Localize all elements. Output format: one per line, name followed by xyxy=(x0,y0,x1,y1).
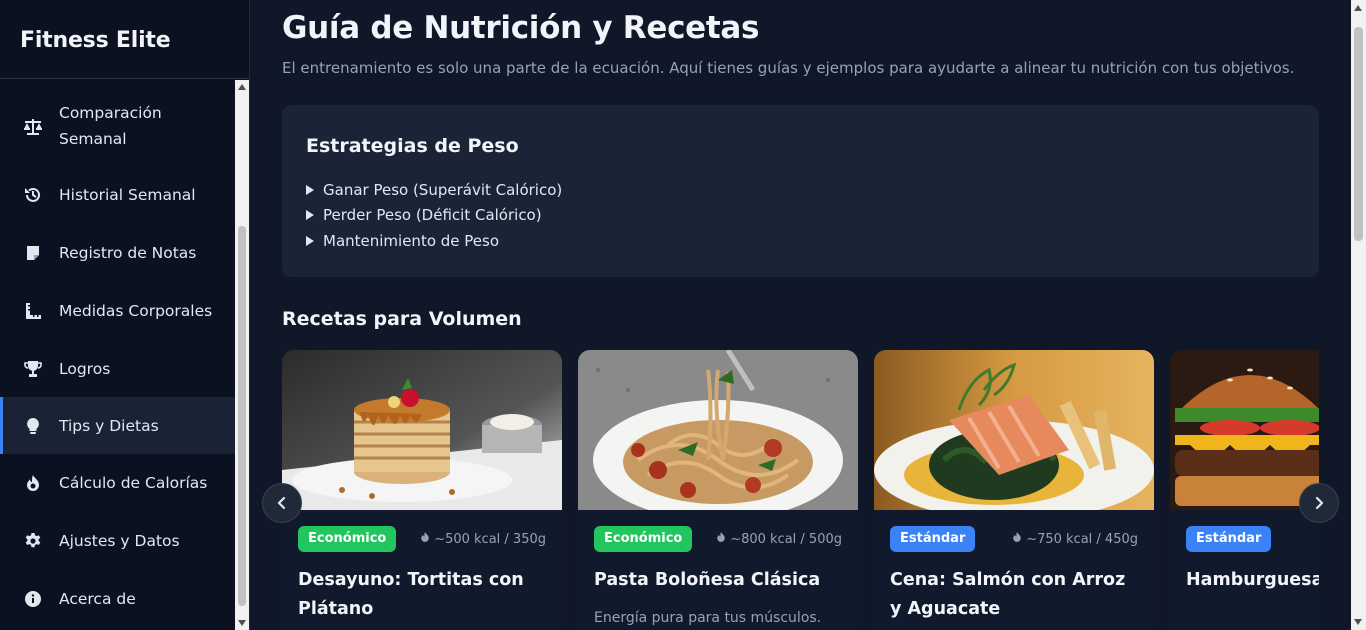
main-content: Guía de Nutrición y Recetas El entrenami… xyxy=(250,0,1351,630)
sidebar-scrollbar-thumb[interactable] xyxy=(238,226,246,606)
scale-icon xyxy=(22,116,44,138)
sidebar-item-label: Historial Semanal xyxy=(59,186,196,204)
fire-icon xyxy=(1012,531,1022,547)
price-badge: Económico xyxy=(298,526,397,552)
sidebar-scrollbar[interactable] xyxy=(235,80,249,630)
lightbulb-icon xyxy=(22,415,44,437)
sidebar-item-medidas-corporales[interactable]: Medidas Corporales xyxy=(0,286,235,336)
sidebar-item-label: Acerca de xyxy=(59,590,136,608)
page-title: Guía de Nutrición y Recetas xyxy=(282,10,760,46)
brand: Fitness Elite xyxy=(0,0,249,79)
recipe-image-salmon xyxy=(874,350,1154,510)
sidebar-item-label: Comparación Semanal xyxy=(59,104,162,148)
sidebar-item-ajustes-datos[interactable]: Ajustes y Datos xyxy=(0,516,235,566)
trophy-icon xyxy=(22,358,44,380)
price-badge: Estándar xyxy=(890,526,976,552)
sidebar-item-historial-semanal[interactable]: Historial Semanal xyxy=(0,170,235,220)
fire-icon xyxy=(716,531,726,547)
recipe-description: Energía pura para tus músculos. Un xyxy=(594,610,822,626)
strategy-item-perder-peso[interactable]: Perder Peso (Déficit Calórico) xyxy=(306,206,542,224)
recipe-title: Hamburguesa Con Queso xyxy=(1186,570,1319,590)
fire-icon xyxy=(22,472,44,494)
kcal-text: ~750 kcal / 450g xyxy=(1026,531,1138,547)
sidebar-item-tips-dietas[interactable]: Tips y Dietas xyxy=(0,397,235,454)
sidebar-item-label: Medidas Corporales xyxy=(59,302,213,320)
kcal-text: ~800 kcal / 500g xyxy=(730,531,842,547)
sidebar-item-label: Tips y Dietas xyxy=(59,417,159,435)
sidebar-item-label: Logros xyxy=(59,360,111,378)
recipe-image-pasta xyxy=(578,350,858,510)
scroll-up-arrow-icon[interactable] xyxy=(238,84,246,90)
chevron-left-icon xyxy=(277,496,286,510)
price-badge: Estándar xyxy=(1186,526,1272,552)
sidebar-item-acerca-de[interactable]: Acerca de xyxy=(0,574,235,624)
main-scrollbar[interactable] xyxy=(1351,0,1366,630)
strategy-label: Ganar Peso (Superávit Calórico) xyxy=(323,181,563,199)
kcal-info: ~750 kcal / 450g xyxy=(1012,531,1138,547)
sidebar-nav: Comparación Semanal Historial Semanal Re… xyxy=(0,80,235,630)
kcal-info: ~500 kcal / 350g xyxy=(420,531,546,547)
recipe-title: Desayuno: Tortitas con Plátano xyxy=(298,570,524,619)
recipe-title: Pasta Boloñesa Clásica xyxy=(594,570,821,590)
recipes-carousel: Económico ~500 kcal / 350g Desayuno: Tor… xyxy=(282,350,1319,630)
recipe-card[interactable]: Estándar Hamburguesa Con Queso xyxy=(1170,350,1319,630)
sidebar: Fitness Elite Comparación Semanal Histor… xyxy=(0,0,250,630)
recipe-card[interactable]: Económico ~800 kcal / 500g Pasta Boloñes… xyxy=(578,350,858,630)
info-icon xyxy=(22,588,44,610)
strategy-label: Mantenimiento de Peso xyxy=(323,232,500,250)
history-icon xyxy=(22,184,44,206)
strategy-item-mantenimiento[interactable]: Mantenimiento de Peso xyxy=(306,232,499,250)
brand-title: Fitness Elite xyxy=(20,28,171,53)
gear-icon xyxy=(22,530,44,552)
kcal-text: ~500 kcal / 350g xyxy=(434,531,546,547)
sidebar-item-label: Cálculo de Calorías xyxy=(59,474,208,492)
sidebar-item-registro-notas[interactable]: Registro de Notas xyxy=(0,228,235,278)
sidebar-item-label: Registro de Notas xyxy=(59,244,197,262)
weight-strategies-panel: Estrategias de Peso Ganar Peso (Superávi… xyxy=(282,105,1319,277)
scroll-up-arrow-icon[interactable] xyxy=(1354,5,1362,11)
carousel-prev-button[interactable] xyxy=(262,483,302,523)
fire-icon xyxy=(420,531,430,547)
recipe-title: Cena: Salmón con Arroz y Aguacate xyxy=(890,570,1126,619)
price-badge: Económico xyxy=(594,526,693,552)
sidebar-item-comparacion-semanal[interactable]: Comparación Semanal xyxy=(0,96,235,158)
recipe-image-pancakes xyxy=(282,350,562,510)
sidebar-item-label: Ajustes y Datos xyxy=(59,532,180,550)
scroll-down-arrow-icon[interactable] xyxy=(1354,619,1362,625)
kcal-info: ~800 kcal / 500g xyxy=(716,531,842,547)
disclosure-triangle-icon xyxy=(306,210,314,220)
strategies-title: Estrategias de Peso xyxy=(306,135,519,157)
recipe-card[interactable]: Estándar ~750 kcal / 450g Cena: Salmón c… xyxy=(874,350,1154,630)
sidebar-item-calculo-calorias[interactable]: Cálculo de Calorías xyxy=(0,458,235,508)
recipes-section-title: Recetas para Volumen xyxy=(282,308,522,330)
carousel-next-button[interactable] xyxy=(1299,483,1339,523)
disclosure-triangle-icon xyxy=(306,236,314,246)
strategy-label: Perder Peso (Déficit Calórico) xyxy=(323,206,542,224)
strategy-item-ganar-peso[interactable]: Ganar Peso (Superávit Calórico) xyxy=(306,181,562,199)
scroll-down-arrow-icon[interactable] xyxy=(238,620,246,626)
recipe-image-burger xyxy=(1170,350,1319,510)
main-scrollbar-thumb[interactable] xyxy=(1354,27,1363,241)
disclosure-triangle-icon xyxy=(306,185,314,195)
ruler-icon xyxy=(22,300,44,322)
page-subtitle: El entrenamiento es solo una parte de la… xyxy=(282,59,1295,77)
recipe-card[interactable]: Económico ~500 kcal / 350g Desayuno: Tor… xyxy=(282,350,562,630)
sidebar-item-logros[interactable]: Logros xyxy=(0,344,235,394)
chevron-right-icon xyxy=(1315,496,1324,510)
note-icon xyxy=(22,242,44,264)
